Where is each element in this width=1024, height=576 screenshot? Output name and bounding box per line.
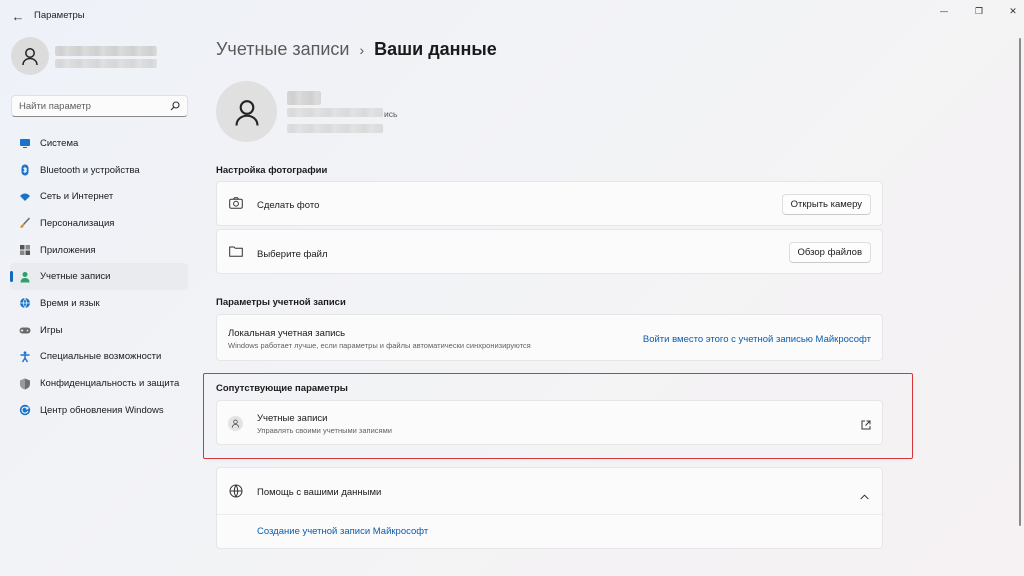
- sidebar-item-system[interactable]: Система: [10, 130, 188, 157]
- breadcrumb-separator: ›: [359, 41, 365, 58]
- update-icon: [18, 403, 32, 417]
- sidebar-item-personalization[interactable]: Персонализация: [10, 210, 188, 237]
- minimize-button[interactable]: —: [931, 3, 957, 19]
- local-account-description: Windows работает лучше, если параметры и…: [228, 341, 531, 350]
- sidebar-item-label: Игры: [40, 324, 63, 336]
- accessibility-icon: [18, 350, 32, 364]
- related-settings-title: Сопутствующие параметры: [216, 383, 348, 394]
- sidebar-item-label: Bluetooth и устройства: [40, 164, 140, 176]
- camera-icon: [229, 197, 243, 209]
- title-bar: ← Параметры — ❐ ✕: [0, 0, 1024, 32]
- sidebar-item-windows-update[interactable]: Центр обновления Windows: [10, 397, 188, 424]
- sidebar-item-bluetooth[interactable]: Bluetooth и устройства: [10, 157, 188, 184]
- account-avatar: [216, 81, 277, 142]
- sidebar-item-time-language[interactable]: Время и язык: [10, 290, 188, 317]
- sidebar-item-apps[interactable]: Приложения: [10, 237, 188, 264]
- wifi-icon: [18, 190, 32, 204]
- sidebar-item-label: Центр обновления Windows: [40, 404, 164, 416]
- sidebar-item-label: Специальные возможности: [40, 351, 162, 363]
- search-icon[interactable]: [170, 101, 180, 111]
- account-type-text: ись: [384, 109, 398, 119]
- shield-icon: [18, 377, 32, 391]
- sidebar-item-accessibility[interactable]: Специальные возможности: [10, 344, 188, 371]
- related-accounts-title: Учетные записи: [257, 413, 328, 424]
- take-photo-label: Сделать фото: [257, 200, 320, 211]
- redacted-user-name: [55, 46, 157, 56]
- back-arrow-icon: ←: [11, 8, 25, 24]
- help-title: Помощь с вашими данными: [257, 487, 382, 498]
- sidebar-item-accounts[interactable]: Учетные записи: [10, 263, 188, 291]
- restore-icon: ❐: [974, 5, 984, 16]
- sidebar-item-label: Конфиденциальность и защита: [40, 378, 180, 390]
- apps-icon: [18, 243, 32, 257]
- sidebar-nav: Система Bluetooth и устройства Сеть и Ин…: [10, 130, 188, 424]
- breadcrumb: Учетные записи › Ваши данные: [216, 39, 497, 60]
- local-account-row: Локальная учетная запись Windows работае…: [216, 314, 883, 361]
- sidebar-user[interactable]: [11, 37, 157, 75]
- globe-icon: [229, 484, 243, 498]
- back-button[interactable]: ←: [8, 6, 28, 26]
- person-icon: [234, 99, 259, 126]
- sidebar-item-label: Персонализация: [40, 217, 115, 229]
- open-camera-button[interactable]: Открыть камеру: [781, 194, 871, 215]
- sidebar-item-gaming[interactable]: Игры: [10, 317, 188, 344]
- help-icon: [216, 570, 226, 576]
- breadcrumb-parent-link[interactable]: Учетные записи: [216, 39, 349, 60]
- chevron-up-icon[interactable]: [860, 487, 869, 505]
- sidebar-item-label: Система: [40, 137, 79, 149]
- take-photo-row: Сделать фото Открыть камеру: [216, 181, 883, 226]
- avatar: [11, 37, 49, 75]
- create-microsoft-account-link[interactable]: Создание учетной записи Майкрософт: [257, 526, 428, 537]
- scrollbar[interactable]: [1019, 38, 1021, 526]
- sidebar-item-label: Сеть и Интернет: [40, 191, 114, 203]
- page-title: Ваши данные: [374, 39, 497, 59]
- photo-section-title: Настройка фотографии: [216, 165, 328, 176]
- minimize-icon: —: [940, 6, 948, 16]
- sidebar-item-privacy[interactable]: Конфиденциальность и защита: [10, 370, 188, 397]
- related-accounts-row[interactable]: Учетные записи Управлять своими учетными…: [216, 400, 883, 445]
- sidebar-item-network[interactable]: Сеть и Интернет: [10, 183, 188, 210]
- microsoft-signin-link[interactable]: Войти вместо этого с учетной записью Май…: [643, 334, 871, 345]
- account-settings-title: Параметры учетной записи: [216, 297, 346, 308]
- external-link-icon[interactable]: [861, 417, 871, 435]
- local-account-label: Локальная учетная запись: [228, 328, 346, 339]
- redacted-account-role: [287, 124, 383, 133]
- person-icon: [18, 270, 32, 284]
- person-icon: [22, 48, 38, 66]
- folder-icon: [229, 245, 243, 257]
- choose-file-row: Выберите файл Обзор файлов: [216, 229, 883, 274]
- redacted-account-type: [287, 108, 383, 117]
- app-title: Параметры: [34, 10, 85, 21]
- sidebar-item-label: Приложения: [40, 244, 96, 256]
- maximize-button[interactable]: ❐: [966, 3, 992, 19]
- globe-clock-icon: [18, 296, 32, 310]
- person-icon: [228, 416, 243, 431]
- related-accounts-description: Управлять своими учетными записями: [257, 426, 392, 435]
- gamepad-icon: [18, 323, 32, 337]
- sidebar-item-label: Время и язык: [40, 297, 100, 309]
- brush-icon: [18, 216, 32, 230]
- browse-files-button[interactable]: Обзор файлов: [788, 242, 871, 263]
- search-input[interactable]: [19, 100, 170, 112]
- choose-file-label: Выберите файл: [257, 249, 328, 260]
- sidebar-item-label: Учетные записи: [40, 271, 111, 283]
- bluetooth-icon: [18, 163, 32, 177]
- monitor-icon: [18, 136, 32, 150]
- help-header[interactable]: Помощь с вашими данными: [217, 468, 882, 515]
- close-icon: ✕: [1009, 5, 1017, 16]
- search-box[interactable]: [11, 95, 188, 117]
- close-button[interactable]: ✕: [1000, 3, 1024, 19]
- redacted-account-name: [287, 91, 321, 105]
- redacted-user-email: [55, 59, 157, 68]
- help-card: Помощь с вашими данными Создание учетной…: [216, 467, 883, 549]
